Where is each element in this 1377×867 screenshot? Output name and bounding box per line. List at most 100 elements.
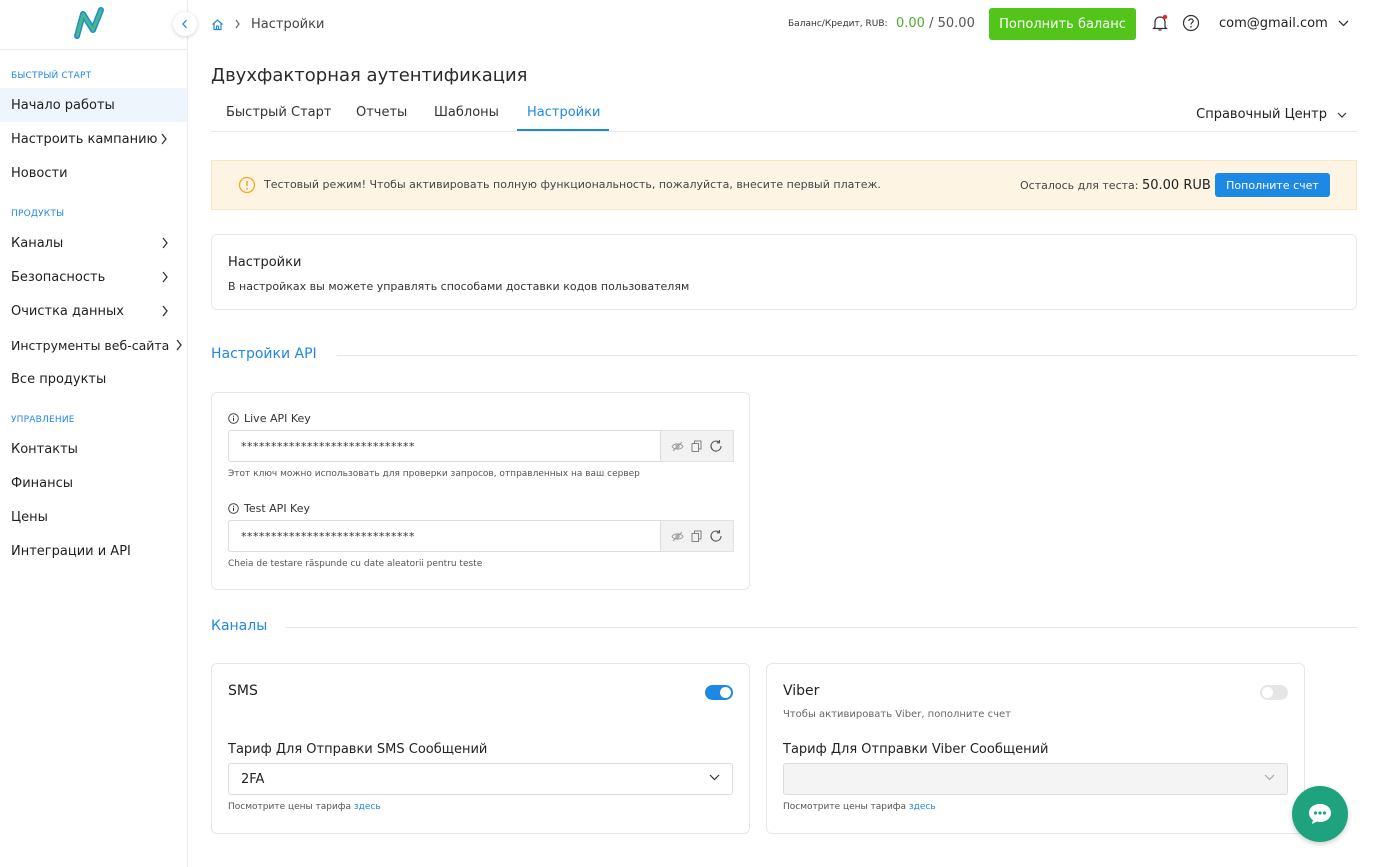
sms-title: SMS <box>228 683 258 699</box>
logo[interactable] <box>73 6 109 42</box>
chevron-down-icon <box>709 774 720 781</box>
sidebar-item-data-cleaning[interactable]: Очистка данных <box>0 294 187 328</box>
notifications-bell-icon[interactable] <box>1152 14 1168 36</box>
sidebar-item-label: Контакты <box>11 441 78 457</box>
live-api-key-label: Live API Key <box>228 412 311 425</box>
viber-tariff-link[interactable]: здесь <box>909 802 936 812</box>
sms-tariff-note: Посмотрите цены тарифа здесь <box>228 802 381 812</box>
section-divider <box>337 355 1357 356</box>
test-api-key-label-text: Test API Key <box>244 502 310 515</box>
settings-card-desc: В настройках вы можете управлять способа… <box>228 280 690 293</box>
home-icon[interactable] <box>211 18 224 31</box>
active-tab-indicator <box>517 129 609 131</box>
api-settings-heading: Настройки API <box>211 346 317 362</box>
chevron-right-icon <box>235 19 240 29</box>
sms-tariff-link[interactable]: здесь <box>354 802 381 812</box>
sidebar-item-label: Каналы <box>11 235 64 251</box>
toggle-knob <box>720 687 731 698</box>
sidebar-item-news[interactable]: Новости <box>0 156 187 190</box>
sidebar-item-label: Инструменты веб-сайта <box>11 337 170 353</box>
sidebar-item-channels[interactable]: Каналы <box>0 226 187 260</box>
live-api-key-help: Этот ключ можно использовать для проверк… <box>228 469 640 479</box>
sidebar-collapse-button[interactable] <box>173 12 197 36</box>
live-api-key-label-text: Live API Key <box>244 412 311 425</box>
sidebar-item-website-tools[interactable]: Инструменты веб-сайта <box>0 328 187 362</box>
copy-icon[interactable] <box>691 530 702 542</box>
channels-heading: Каналы <box>211 618 268 634</box>
alert-remaining: Осталось для теста: 50.00 RUB <box>1020 178 1211 193</box>
tab-reports[interactable]: Отчеты <box>356 105 407 120</box>
viber-tariff-note: Посмотрите цены тарифа здесь <box>783 802 936 812</box>
warning-icon <box>238 176 256 194</box>
chevron-right-icon <box>161 133 167 145</box>
viber-toggle[interactable] <box>1260 685 1288 700</box>
user-menu[interactable]: com@gmail.com <box>1219 16 1349 31</box>
sms-tariff-value: 2FA <box>241 771 265 787</box>
sms-tariff-note-text: Посмотрите цены тарифа <box>228 802 352 812</box>
viber-subtitle: Чтобы активировать Viber, пополните счет <box>783 709 1011 720</box>
sidebar-item-getting-started[interactable]: Начало работы <box>0 88 187 122</box>
user-email: com@gmail.com <box>1219 16 1328 31</box>
sidebar-section-management: Управление <box>11 415 75 425</box>
sidebar-item-label: Финансы <box>11 475 74 491</box>
tab-quickstart[interactable]: Быстрый Старт <box>226 105 331 120</box>
alert-text: Тестовый режим! Чтобы активировать полну… <box>264 178 881 191</box>
alert-remaining-label: Осталось для теста: <box>1020 179 1139 192</box>
viber-tariff-select[interactable] <box>783 763 1288 795</box>
chat-support-button[interactable] <box>1292 786 1348 842</box>
sidebar-section-quickstart: Быстрый старт <box>11 71 92 81</box>
tab-settings[interactable]: Настройки <box>527 105 600 120</box>
copy-icon[interactable] <box>691 440 702 452</box>
sidebar-item-campaign[interactable]: Настроить кампанию <box>0 122 187 156</box>
viber-tariff-note-text: Посмотрите цены тарифа <box>783 802 907 812</box>
test-api-key-label: Test API Key <box>228 502 310 515</box>
balance-amount: 0.00 <box>896 16 925 31</box>
chevron-right-icon <box>162 271 168 283</box>
sidebar-item-label: Новости <box>11 165 68 181</box>
tabs: Быстрый Старт Отчеты Шаблоны Настройки С… <box>211 97 1357 132</box>
sidebar-item-prices[interactable]: Цены <box>0 500 187 534</box>
chevron-right-icon <box>162 237 168 249</box>
toggle-knob <box>1262 687 1273 698</box>
eye-off-icon[interactable] <box>671 531 684 542</box>
sms-toggle[interactable] <box>705 685 733 700</box>
sidebar-item-label: Интеграции и API <box>11 543 131 559</box>
viber-channel-card: Viber Чтобы активировать Viber, пополнит… <box>766 663 1305 834</box>
chevron-right-icon <box>176 339 182 351</box>
sms-channel-card: SMS Тариф Для Отправки SMS Сообщений 2FA… <box>211 663 750 834</box>
info-icon <box>228 503 239 514</box>
refresh-icon[interactable] <box>709 439 723 453</box>
sidebar-item-finance[interactable]: Финансы <box>0 466 187 500</box>
help-icon[interactable] <box>1182 14 1200 36</box>
breadcrumb: Настройки <box>211 14 324 34</box>
test-api-key-field[interactable]: ***************************** <box>228 520 661 552</box>
sidebar-item-label: Цены <box>11 509 48 525</box>
breadcrumb-current: Настройки <box>251 16 325 32</box>
test-mode-alert: Тестовый режим! Чтобы активировать полну… <box>211 160 1357 210</box>
viber-tariff-label: Тариф Для Отправки Viber Сообщений <box>783 742 1049 757</box>
alert-topup-button[interactable]: Пополните счет <box>1215 173 1330 197</box>
chevron-down-icon <box>1338 20 1349 27</box>
sidebar-item-contacts[interactable]: Контакты <box>0 432 187 466</box>
eye-off-icon[interactable] <box>671 441 684 452</box>
api-keys-card: Live API Key ***************************… <box>211 392 750 590</box>
help-center-dropdown[interactable]: Справочный Центр <box>1196 107 1347 122</box>
sidebar-item-label: Безопасность <box>11 269 106 285</box>
chevron-down-icon <box>1264 774 1275 781</box>
alert-remaining-value: 50.00 RUB <box>1141 178 1211 193</box>
sidebar-item-integrations[interactable]: Интеграции и API <box>0 534 187 568</box>
sidebar-item-label: Очистка данных <box>11 303 124 319</box>
sidebar-item-security[interactable]: Безопасность <box>0 260 187 294</box>
sidebar-item-label: Начало работы <box>11 97 115 113</box>
refresh-icon[interactable] <box>709 529 723 543</box>
topup-balance-button[interactable]: Пополнить баланс <box>989 8 1136 40</box>
sms-tariff-select[interactable]: 2FA <box>228 763 733 795</box>
sidebar-section-products: Продукты <box>11 209 65 219</box>
tab-templates[interactable]: Шаблоны <box>434 105 499 120</box>
viber-title: Viber <box>783 683 820 699</box>
section-divider <box>286 627 1357 628</box>
sidebar-divider <box>0 49 188 50</box>
sidebar-item-all-products[interactable]: Все продукты <box>0 362 187 396</box>
sidebar: Быстрый старт Начало работы Настроить ка… <box>0 0 188 867</box>
live-api-key-field[interactable]: ***************************** <box>228 430 661 462</box>
